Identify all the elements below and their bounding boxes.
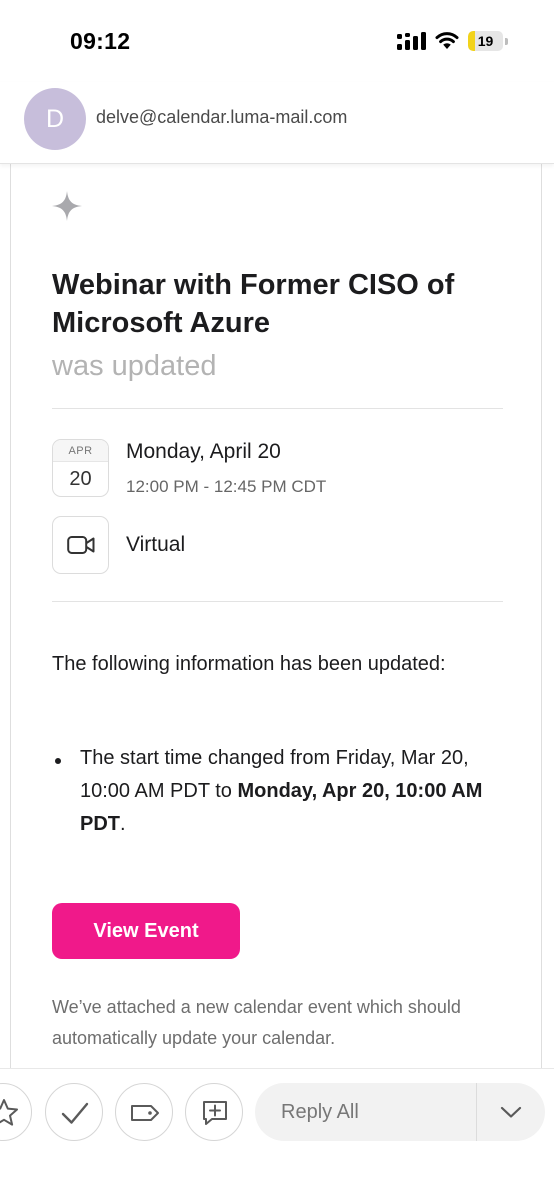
avatar[interactable]: D xyxy=(24,88,86,150)
star-icon xyxy=(0,1099,18,1126)
email-body: Webinar with Former CISO of Microsoft Az… xyxy=(10,164,542,1070)
footer-note: We’ve attached a new calendar event whic… xyxy=(52,997,461,1048)
bullet-point xyxy=(55,758,61,764)
status-bar: 09:12 19 xyxy=(0,0,554,82)
calendar-date-icon: APR 20 xyxy=(52,439,109,497)
date-day: 20 xyxy=(69,468,92,490)
sender-email[interactable]: delve@calendar.luma-mail.com xyxy=(96,107,347,128)
reply-all-button[interactable]: Reply All xyxy=(281,1083,359,1141)
sparkle-icon xyxy=(52,191,82,221)
video-camera-icon xyxy=(52,516,109,574)
tag-icon xyxy=(131,1105,159,1121)
date-month: APR xyxy=(53,440,108,462)
event-title: Webinar with Former CISO of Microsoft Az… xyxy=(52,269,455,339)
label-button[interactable] xyxy=(115,1083,173,1141)
reply-options-button[interactable] xyxy=(477,1083,545,1141)
wifi-icon xyxy=(435,32,459,49)
bottom-toolbar: Reply All xyxy=(0,1068,554,1200)
divider xyxy=(52,601,503,602)
reply-all-control: Reply All xyxy=(255,1083,545,1141)
event-time: 12:00 PM - 12:45 PM CDT xyxy=(126,477,327,496)
mark-done-button[interactable] xyxy=(45,1083,103,1141)
view-event-button[interactable]: View Event xyxy=(52,903,240,959)
battery-level: 19 xyxy=(477,33,494,49)
update-intro-text: The following information has been updat… xyxy=(52,653,446,675)
status-time: 09:12 xyxy=(70,28,131,54)
divider xyxy=(52,408,503,409)
event-location: Virtual xyxy=(126,533,186,556)
chevron-down-icon xyxy=(500,1106,522,1118)
checkmark-icon xyxy=(61,1102,89,1124)
event-status: was updated xyxy=(52,350,217,382)
star-button[interactable] xyxy=(0,1083,32,1141)
cellular-signal-icon xyxy=(397,32,426,50)
sender-header: D delve@calendar.luma-mail.com xyxy=(0,82,554,164)
add-comment-icon xyxy=(203,1101,227,1125)
change-description: The start time changed from Friday, Mar … xyxy=(80,747,483,835)
event-date: Monday, April 20 xyxy=(126,440,281,463)
battery-icon: 19 xyxy=(468,31,508,51)
email-screen: 09:12 19 D delve@calendar.luma-mail.com xyxy=(0,0,554,1200)
add-comment-button[interactable] xyxy=(185,1083,243,1141)
